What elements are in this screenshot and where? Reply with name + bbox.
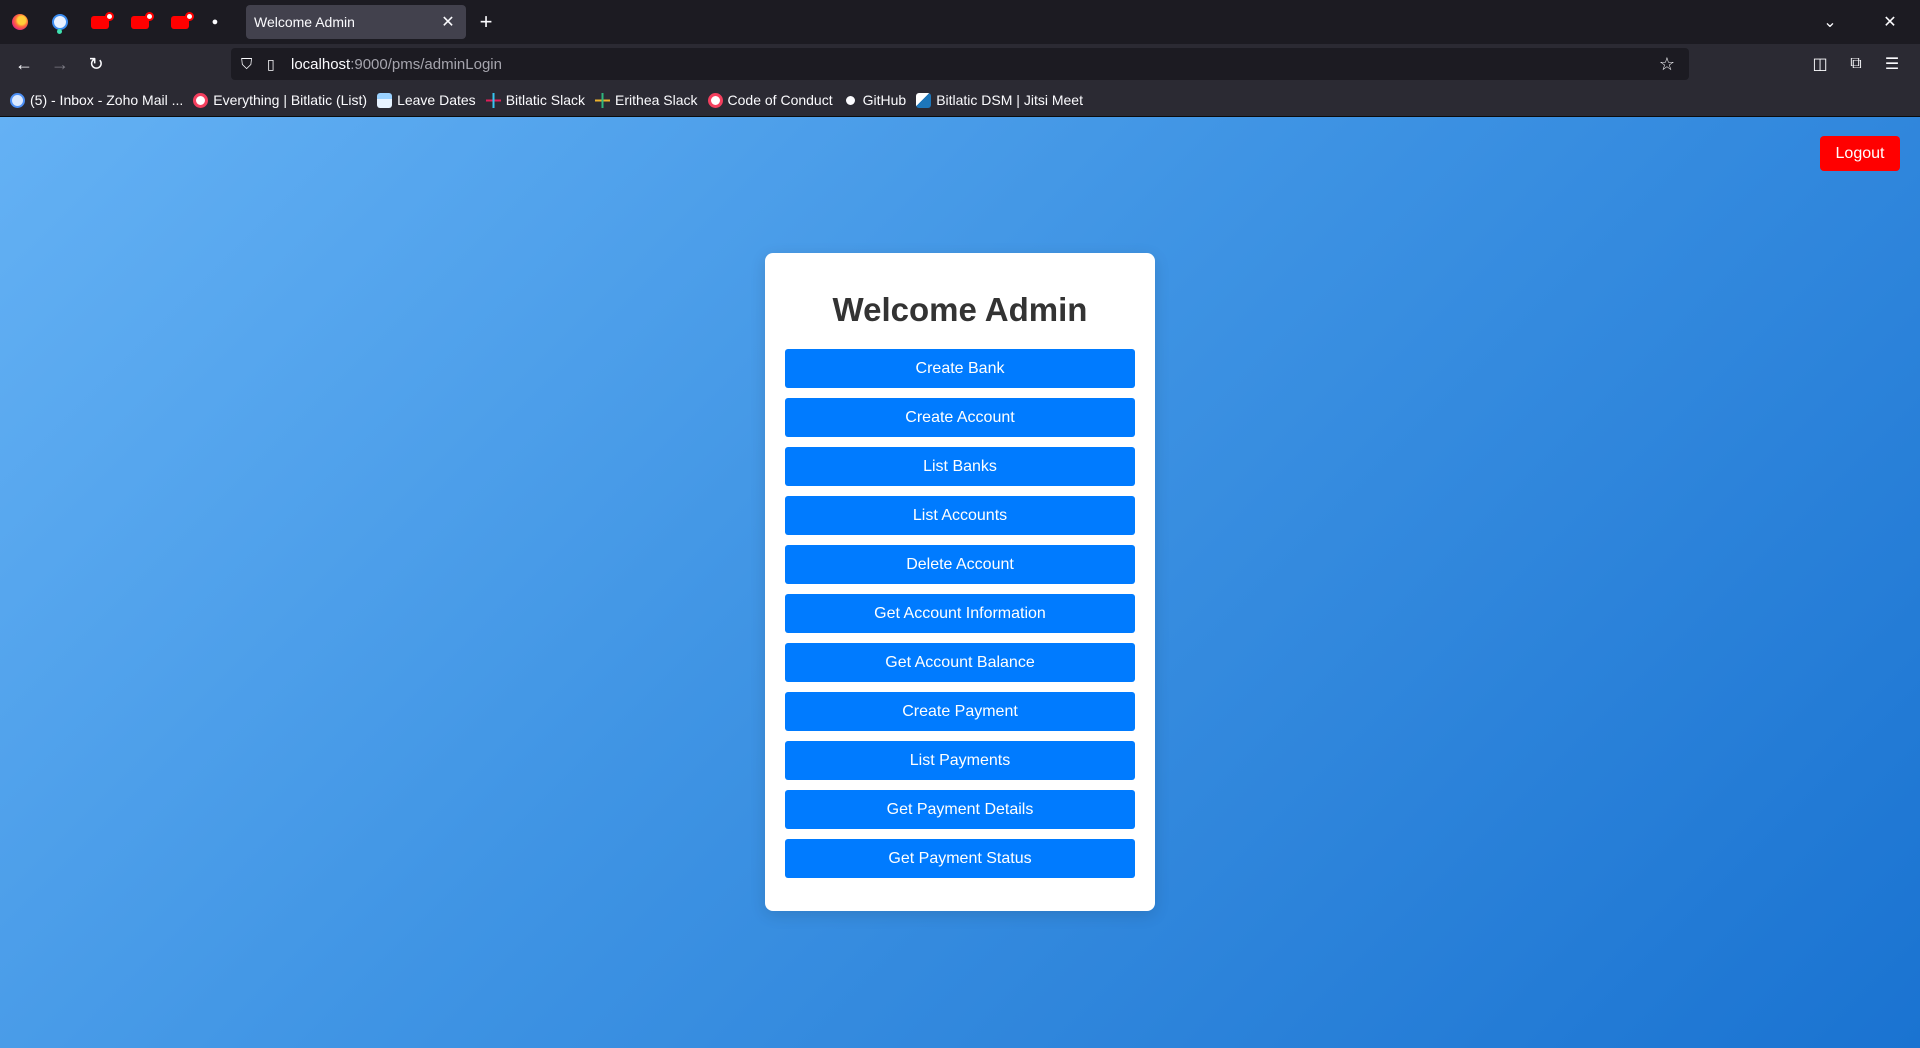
delete-account-button[interactable]: Delete Account	[785, 545, 1135, 584]
list-accounts-button[interactable]: List Accounts	[785, 496, 1135, 535]
clickup-icon	[707, 92, 723, 108]
calendar-icon	[377, 92, 393, 108]
youtube-icon	[171, 11, 194, 29]
bookmark-star-icon[interactable]: ☆	[1655, 54, 1679, 75]
new-tab-button[interactable]: +	[466, 9, 506, 35]
bookmark-github[interactable]: GitHub	[842, 92, 907, 108]
bookmark-label: Bitlatic Slack	[505, 92, 586, 108]
pocket-icon[interactable]: ◫	[1802, 54, 1838, 74]
create-payment-button[interactable]: Create Payment	[785, 692, 1135, 731]
bookmarks-toolbar: (5) - Inbox - Zoho Mail ... Everything |…	[0, 84, 1920, 117]
navigation-toolbar: ← → ↻ ⛉ ▯ localhost:9000/pms/adminLogin …	[0, 44, 1920, 84]
url-path: :9000/pms/adminLogin	[350, 55, 502, 73]
get-payment-status-button[interactable]: Get Payment Status	[785, 839, 1135, 878]
back-arrow-icon[interactable]: ←	[6, 54, 42, 75]
bookmark-label: Leave Dates	[397, 92, 476, 108]
slack-icon	[595, 92, 611, 108]
page-title: Welcome Admin	[832, 291, 1088, 328]
bookmark-leave-dates[interactable]: Leave Dates	[377, 92, 476, 108]
bookmark-label: GitHub	[862, 92, 907, 108]
bookmark-everything-bitlatic[interactable]: Everything | Bitlatic (List)	[193, 92, 367, 108]
bookmark-bitlatic-slack[interactable]: Bitlatic Slack	[485, 92, 586, 108]
bookmark-code-of-conduct[interactable]: Code of Conduct	[707, 92, 833, 108]
bookmark-erithea-slack[interactable]: Erithea Slack	[595, 92, 698, 108]
url-text[interactable]: localhost:9000/pms/adminLogin	[291, 56, 1655, 73]
pinned-tab-youtube-1[interactable]	[80, 0, 120, 44]
bookmark-bitlatic-dsm[interactable]: Bitlatic DSM | Jitsi Meet	[916, 92, 1083, 108]
extensions-icon[interactable]: ⧉	[1838, 55, 1874, 73]
slack-icon	[485, 92, 501, 108]
tab-overflow-dot-icon[interactable]: ●	[200, 0, 230, 44]
tab-strip: ● Welcome Admin ✕ + ⌄ ✕	[0, 0, 1920, 44]
tracking-shield-icon[interactable]: ⛉	[241, 56, 267, 73]
tab-active[interactable]: Welcome Admin ✕	[246, 5, 466, 39]
pinned-tab-zoho[interactable]	[40, 0, 80, 44]
menu-hamburger-icon[interactable]: ☰	[1874, 54, 1910, 74]
github-icon	[842, 92, 858, 108]
create-account-button[interactable]: Create Account	[785, 398, 1135, 437]
bookmark-label: Everything | Bitlatic (List)	[213, 92, 368, 108]
logout-button[interactable]: Logout	[1820, 136, 1900, 171]
zoho-mail-icon	[10, 92, 25, 108]
bookmark-label: Bitlatic DSM | Jitsi Meet	[936, 92, 1083, 108]
bookmark-label: Code of Conduct	[727, 92, 833, 108]
tab-title: Welcome Admin	[254, 14, 355, 30]
firefox-icon	[12, 14, 28, 30]
jitsi-icon	[916, 92, 932, 108]
list-payments-button[interactable]: List Payments	[785, 741, 1135, 780]
bookmark-label: Erithea Slack	[615, 92, 698, 108]
admin-card: Welcome Admin Create Bank Create Account…	[765, 253, 1155, 911]
get-account-information-button[interactable]: Get Account Information	[785, 594, 1135, 633]
clickup-icon	[193, 92, 209, 108]
page-content: Logout Welcome Admin Create Bank Create …	[0, 117, 1920, 1048]
list-all-tabs-chevron-icon[interactable]: ⌄	[1800, 12, 1860, 32]
zoho-mail-icon	[52, 14, 68, 34]
pinned-tabs: ●	[0, 0, 230, 44]
create-bank-button[interactable]: Create Bank	[785, 349, 1135, 388]
firefox-view-button[interactable]	[0, 0, 40, 44]
close-tab-icon[interactable]: ✕	[438, 12, 458, 32]
pinned-tab-youtube-2[interactable]	[120, 0, 160, 44]
page-info-icon[interactable]: ▯	[267, 56, 291, 73]
bookmark-label: (5) - Inbox - Zoho Mail ...	[30, 92, 184, 108]
window-controls: ⌄ ✕	[1800, 0, 1920, 44]
get-account-balance-button[interactable]: Get Account Balance	[785, 643, 1135, 682]
bookmark-zoho-inbox[interactable]: (5) - Inbox - Zoho Mail ...	[10, 92, 183, 108]
toolbar-right: ◫ ⧉ ☰	[1802, 44, 1910, 84]
forward-arrow-icon[interactable]: →	[42, 54, 78, 75]
address-bar[interactable]: ⛉ ▯ localhost:9000/pms/adminLogin ☆	[231, 48, 1689, 80]
reload-icon[interactable]: ↻	[78, 54, 114, 75]
url-host: localhost	[291, 55, 351, 73]
youtube-icon	[131, 11, 154, 29]
admin-menu: Create Bank Create Account List Banks Li…	[785, 349, 1135, 888]
youtube-icon	[91, 11, 114, 29]
get-payment-details-button[interactable]: Get Payment Details	[785, 790, 1135, 829]
list-banks-button[interactable]: List Banks	[785, 447, 1135, 486]
close-window-icon[interactable]: ✕	[1860, 12, 1920, 32]
pinned-tab-youtube-3[interactable]	[160, 0, 200, 44]
